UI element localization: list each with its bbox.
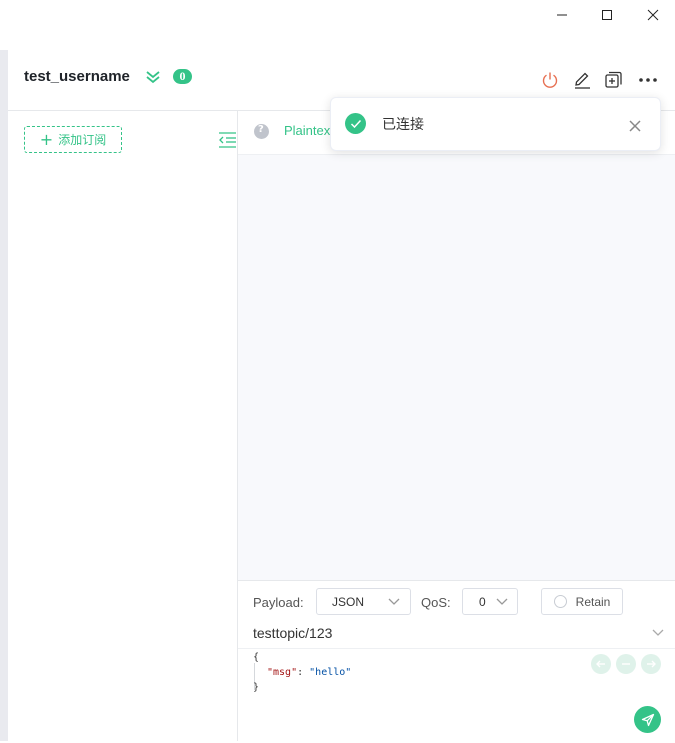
count-badge: 0 bbox=[173, 69, 192, 84]
code-line: "msg": "hello" bbox=[267, 667, 351, 678]
new-window-icon bbox=[605, 71, 622, 88]
toast-close-button[interactable] bbox=[629, 117, 641, 136]
history-previous-button[interactable] bbox=[591, 654, 611, 674]
collapse-sidebar-button[interactable] bbox=[218, 131, 237, 153]
subscription-sidebar: + 添加订阅 bbox=[8, 111, 238, 741]
send-button[interactable] bbox=[634, 706, 661, 733]
edit-connection-button[interactable] bbox=[571, 69, 593, 91]
window-left-strip bbox=[0, 50, 8, 741]
window-close-button[interactable] bbox=[630, 0, 675, 30]
topic-input[interactable]: testtopic/123 bbox=[253, 625, 332, 641]
maximize-icon bbox=[602, 10, 612, 20]
payload-format-select[interactable]: JSON bbox=[316, 588, 411, 615]
collapse-header-button[interactable] bbox=[145, 69, 161, 89]
plus-icon: + bbox=[39, 129, 54, 149]
retain-radio-icon bbox=[553, 595, 567, 608]
minimize-icon bbox=[557, 14, 567, 16]
retain-checkbox[interactable]: Retain bbox=[541, 588, 623, 615]
add-subscription-label: 添加订阅 bbox=[58, 133, 107, 147]
send-icon bbox=[641, 713, 654, 726]
qos-select[interactable]: 0 bbox=[462, 588, 518, 615]
arrow-left-icon bbox=[596, 660, 605, 668]
code-colon: : bbox=[297, 667, 310, 678]
minus-icon bbox=[622, 663, 630, 665]
payload-label: Payload: bbox=[253, 595, 304, 610]
toast-message: 已连接 bbox=[382, 117, 424, 133]
double-chevron-down-icon bbox=[146, 71, 160, 84]
more-icon bbox=[639, 78, 657, 82]
message-list bbox=[238, 155, 675, 580]
chevron-down-icon[interactable] bbox=[652, 629, 664, 637]
code-value: "hello" bbox=[309, 667, 352, 678]
window-minimize-button[interactable] bbox=[539, 0, 585, 30]
disconnect-button[interactable] bbox=[539, 69, 561, 91]
code-key: "msg" bbox=[267, 667, 298, 678]
power-icon bbox=[542, 72, 558, 88]
arrow-right-icon bbox=[647, 660, 656, 668]
edit-icon bbox=[575, 72, 590, 89]
help-icon[interactable]: ? bbox=[254, 124, 269, 139]
payload-format-value: JSON bbox=[332, 594, 365, 609]
chevron-down-icon bbox=[496, 598, 508, 605]
payload-editor[interactable]: { "msg": "hello" } bbox=[238, 648, 675, 743]
connection-title: test_username bbox=[24, 68, 130, 85]
history-next-button[interactable] bbox=[641, 654, 661, 674]
more-button[interactable] bbox=[637, 69, 659, 91]
format-selector[interactable]: Plaintext bbox=[284, 123, 334, 138]
success-check-icon bbox=[345, 113, 366, 134]
close-icon bbox=[629, 120, 641, 132]
retain-label: Retain bbox=[575, 594, 611, 609]
code-line: } bbox=[253, 682, 260, 693]
code-line: { bbox=[253, 652, 260, 663]
qos-label: QoS: bbox=[421, 595, 451, 610]
qos-value: 0 bbox=[479, 594, 486, 609]
publish-panel: Payload: JSON QoS: 0 Retain testtopic/12… bbox=[238, 580, 675, 743]
connected-toast: 已连接 bbox=[330, 97, 661, 151]
collapse-list-icon bbox=[219, 132, 236, 148]
close-icon bbox=[647, 9, 659, 21]
window-maximize-button[interactable] bbox=[584, 0, 630, 30]
history-clear-button[interactable] bbox=[616, 654, 636, 674]
chevron-down-icon bbox=[388, 598, 400, 605]
new-window-button[interactable] bbox=[602, 69, 624, 91]
add-subscription-button[interactable]: + 添加订阅 bbox=[24, 126, 122, 153]
